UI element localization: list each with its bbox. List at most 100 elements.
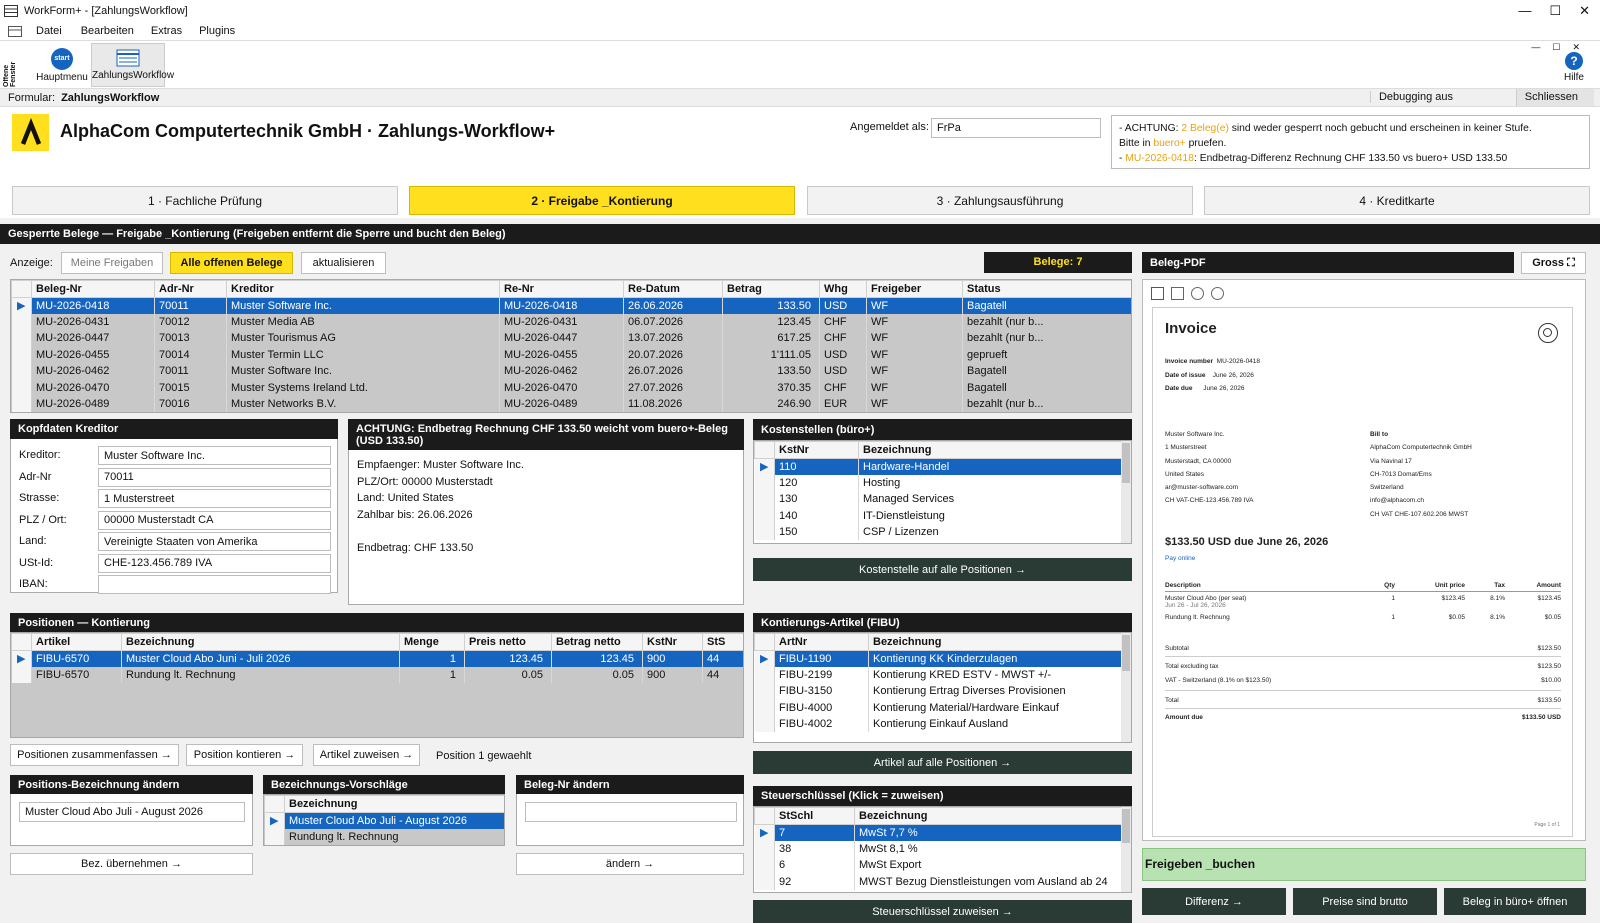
kostenstelle-row[interactable]: 150 CSP / Lizenzen	[754, 524, 1123, 541]
vorschlag-row[interactable]: ▶ Muster Cloud Abo Juli - August 2026	[264, 812, 504, 829]
minimize-button[interactable]: —	[1518, 3, 1531, 19]
position-row[interactable]: ▶ FIBU-6570 Muster Cloud Abo Juni - Juli 2…	[11, 650, 743, 667]
col-menge[interactable]: Menge	[399, 633, 465, 651]
bez-uebernehmen-button[interactable]: Bez. übernehmen →	[10, 853, 253, 875]
artikel-alle-button[interactable]: Artikel auf alle Positionen →	[753, 751, 1132, 774]
beleg-row[interactable]: MU-2026-0447 70013 Muster Tourismus AG MU-2…	[11, 330, 1131, 347]
col-kst-bezeichnung[interactable]: Bezeichnung	[858, 441, 1123, 459]
beleg-row[interactable]: MU-2026-0489 70016 Muster Networks B.V. MU-…	[11, 395, 1131, 412]
col-pos-bezeichnung[interactable]: Bezeichnung	[121, 633, 400, 651]
steuer-row[interactable]: 6 MwSt Export	[754, 857, 1123, 874]
kostenstelle-row[interactable]: ▶ 110 Hardware-Handel	[754, 458, 1123, 475]
kopf-field[interactable]: Muster Software Inc.	[98, 446, 331, 465]
kontierung-row[interactable]: FIBU-4000 Kontierung Material/Hardware Ei…	[754, 699, 1123, 717]
col-stschl[interactable]: StSchl	[774, 807, 855, 825]
pdf-select-icon[interactable]	[1151, 287, 1164, 300]
kontierung-row[interactable]: FIBU-4002 Kontierung Einkauf Ausland	[754, 716, 1123, 733]
col-status[interactable]: Status	[962, 280, 1131, 298]
kostenstelle-row[interactable]: 120 Hosting	[754, 474, 1123, 492]
kostenstellen-scrollbar[interactable]	[1121, 441, 1131, 543]
col-artikel[interactable]: Artikel	[31, 633, 122, 651]
col-adr-nr[interactable]: Adr-Nr	[154, 280, 227, 298]
kopf-field[interactable]	[98, 575, 331, 594]
steuer-scrollbar[interactable]	[1121, 807, 1131, 892]
col-betrag[interactable]: Betrag	[722, 280, 820, 298]
beleg-row[interactable]: MU-2026-0455 70014 Muster Termin LLC MU-202…	[11, 346, 1131, 364]
help-button[interactable]: ? Hilfe	[1562, 52, 1586, 83]
pdf-circle-icon[interactable]	[1191, 287, 1204, 300]
aendern-button[interactable]: ändern →	[516, 853, 744, 875]
pdf-ellipse-icon[interactable]	[1211, 287, 1224, 300]
col-sts[interactable]: StS	[702, 633, 743, 651]
login-input[interactable]: FrPa	[931, 118, 1101, 138]
col-artnr[interactable]: ArtNr	[774, 633, 869, 651]
menu-extras[interactable]: Extras	[151, 25, 182, 37]
steuer-row[interactable]: 92 MWST Bezug Dienstleistungen vom Auslan…	[754, 873, 1123, 891]
kostenstelle-row[interactable]: 140 IT-Dienstleistung	[754, 507, 1123, 525]
close-form-button[interactable]: Schliessen	[1515, 89, 1594, 106]
beleg-row[interactable]: ▶ MU-2026-0418 70011 Muster Software Inc. MU…	[11, 297, 1131, 314]
artikel-zuweisen-button[interactable]: Artikel zuweisen →	[313, 744, 420, 766]
vorschlag-row[interactable]: Rundung lt. Rechnung	[264, 828, 504, 845]
alle-offenen-button[interactable]: Alle offenen Belege	[170, 252, 293, 274]
menu-plugins[interactable]: Plugins	[199, 25, 235, 37]
close-window-button[interactable]: ✕	[1579, 3, 1590, 19]
col-kstnr[interactable]: KstNr	[774, 441, 859, 459]
beleg-row[interactable]: MU-2026-0431 70012 Muster Media AB MU-2026-…	[11, 313, 1131, 331]
kontierung-row[interactable]: ▶ FIBU-1190 Kontierung KK Kinderzulagen	[754, 650, 1123, 667]
beleg-oeffnen-button[interactable]: Beleg in büro+ öffnen	[1444, 888, 1586, 915]
col-re-nr[interactable]: Re-Nr	[499, 280, 624, 298]
kopf-field[interactable]: 70011	[98, 467, 331, 487]
kopf-field[interactable]: CHE-123.456.789 IVA	[98, 553, 331, 573]
belegnr-input[interactable]	[525, 802, 737, 822]
pdf-rect-icon[interactable]	[1171, 287, 1184, 300]
differenz-button[interactable]: Differenz →	[1142, 888, 1286, 915]
position-kontieren-button[interactable]: Position kontieren →	[186, 744, 303, 766]
kontierung-row[interactable]: FIBU-2199 Kontierung KRED ESTV - MWST +/-	[754, 666, 1123, 684]
posbez-input[interactable]: Muster Cloud Abo Juli - August 2026	[19, 802, 245, 822]
tab-zahlungsausfuehrung[interactable]: 3 · Zahlungsausführung	[807, 186, 1193, 215]
positionen-zusammenfassen-button[interactable]: Positionen zusammenfassen →	[10, 744, 179, 766]
open-windows-label[interactable]: Offene Fenster	[3, 47, 17, 87]
kontierung-scrollbar[interactable]	[1121, 633, 1131, 742]
col-re-datum[interactable]: Re-Datum	[623, 280, 723, 298]
preise-brutto-button[interactable]: Preise sind brutto	[1293, 888, 1437, 915]
menu-bearbeiten[interactable]: Bearbeiten	[81, 25, 134, 37]
aktualisieren-button[interactable]: aktualisieren	[301, 252, 386, 274]
col-pos-kstnr[interactable]: KstNr	[642, 633, 703, 651]
steuer-row[interactable]: ▶ 7 MwSt 7,7 %	[754, 824, 1123, 841]
col-freigeber[interactable]: Freigeber	[866, 280, 963, 298]
col-kreditor[interactable]: Kreditor	[226, 280, 500, 298]
steuer-row[interactable]: 38 MwSt 8,1 %	[754, 840, 1123, 858]
kopf-field[interactable]: 00000 Musterstadt CA	[98, 510, 331, 530]
freigeben-buchen-button[interactable]: Freigeben _buchen	[1142, 848, 1586, 881]
kostenstelle-row[interactable]: 130 Managed Services	[754, 491, 1123, 508]
col-beleg-nr[interactable]: Beleg-Nr	[31, 280, 155, 298]
meine-freigaben-button[interactable]: Meine Freigaben	[61, 252, 163, 274]
gross-button[interactable]: Gross ⛶	[1521, 252, 1586, 274]
col-whg[interactable]: Whg	[819, 280, 867, 298]
debug-toggle[interactable]: Debugging aus	[1369, 91, 1461, 103]
kontierung-row[interactable]: FIBU-3150 Kontierung Ertrag Diverses Prov…	[754, 683, 1123, 700]
pay-online-link[interactable]: Pay online	[1165, 555, 1195, 562]
maximize-button[interactable]: ☐	[1549, 3, 1561, 19]
beleg-row[interactable]: MU-2026-0462 70011 Muster Software Inc. MU-…	[11, 363, 1131, 380]
beleg-row[interactable]: MU-2026-0470 70015 Muster Systems Ireland …	[11, 379, 1131, 396]
zahlungsworkflow-button[interactable]: ZahlungsWorkflow	[91, 43, 174, 87]
steuer-zuweisen-button[interactable]: Steuerschlüssel zuweisen →	[753, 900, 1132, 923]
col-preis-netto[interactable]: Preis netto	[464, 633, 552, 651]
tab-freigabe-kontierung[interactable]: 2 · Freigabe _Kontierung	[409, 186, 795, 215]
position-row[interactable]: FIBU-6570 Rundung lt. Rechnung 1 0.05 0.05 90…	[11, 666, 743, 684]
tab-fachliche-pruefung[interactable]: 1 · Fachliche Prüfung	[12, 186, 398, 215]
col-kont-bezeichnung[interactable]: Bezeichnung	[868, 633, 1123, 651]
kostenstelle-alle-button[interactable]: Kostenstelle auf alle Positionen →	[753, 558, 1132, 581]
menu-datei[interactable]: Datei	[36, 25, 62, 37]
col-betrag-netto[interactable]: Betrag netto	[551, 633, 643, 651]
kopf-field[interactable]: 1 Musterstreet	[98, 489, 331, 508]
col-steuer-bezeichnung[interactable]: Bezeichnung	[854, 807, 1123, 825]
hauptmenu-button[interactable]: start Hauptmenu	[36, 46, 88, 86]
col-vorschlag[interactable]: Bezeichnung	[284, 795, 504, 813]
tab-kreditkarte[interactable]: 4 · Kreditkarte	[1204, 186, 1590, 215]
window-menu-icon[interactable]	[8, 25, 22, 37]
kopf-field[interactable]: Vereinigte Staaten von Amerika	[98, 532, 331, 551]
